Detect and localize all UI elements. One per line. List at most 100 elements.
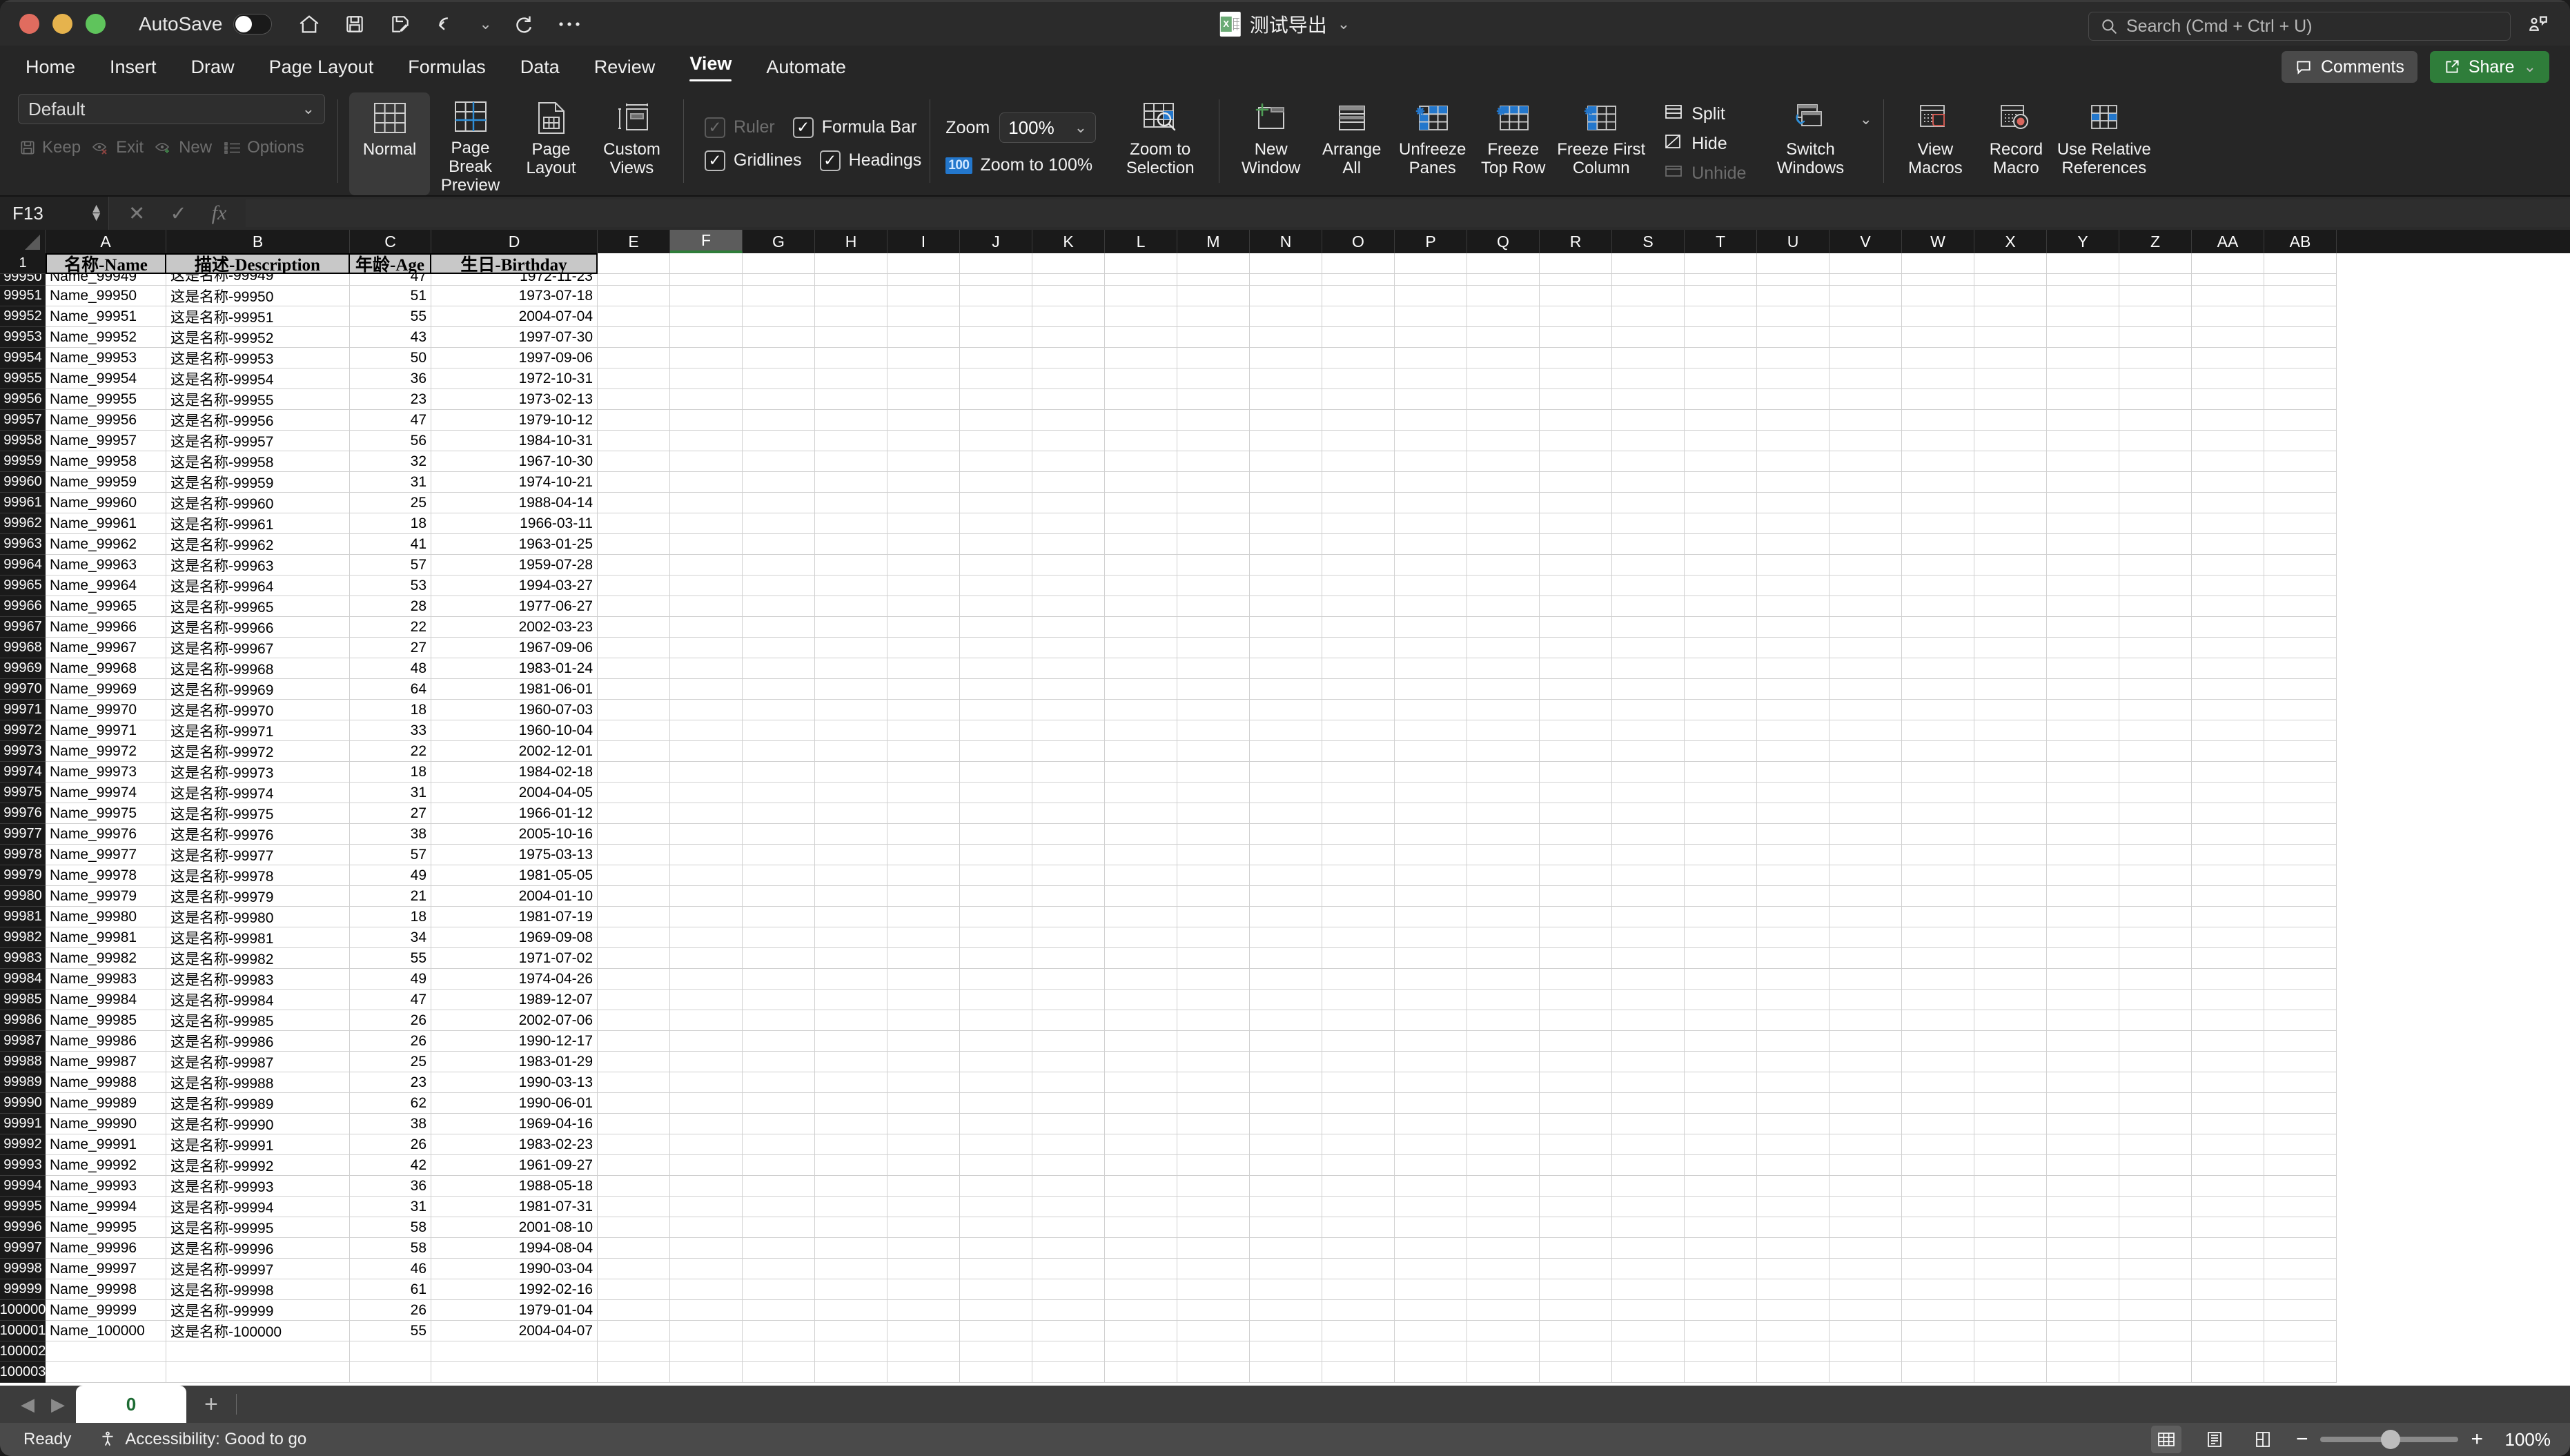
cell-empty[interactable] bbox=[1540, 327, 1612, 348]
column-header-ab[interactable]: AB bbox=[2264, 230, 2337, 253]
row-header[interactable]: 99974 bbox=[0, 762, 46, 783]
cell-empty[interactable] bbox=[1395, 575, 1467, 596]
cell-empty[interactable] bbox=[1540, 720, 1612, 741]
cell-name[interactable]: Name_99983 bbox=[46, 969, 166, 990]
cell-empty[interactable] bbox=[815, 306, 887, 327]
cell-empty[interactable] bbox=[1322, 596, 1395, 617]
cell-empty[interactable] bbox=[960, 1321, 1032, 1341]
cell-empty[interactable] bbox=[1032, 720, 1105, 741]
cell-empty[interactable] bbox=[2264, 534, 2337, 555]
name-box[interactable]: F13 ▲ ▼ bbox=[0, 197, 109, 230]
cell-empty[interactable] bbox=[1250, 1010, 1322, 1031]
cell-empty[interactable] bbox=[1540, 348, 1612, 368]
cell-name[interactable]: Name_99949 bbox=[46, 274, 166, 286]
cell-empty[interactable] bbox=[1322, 1341, 1395, 1362]
column-header-c[interactable]: C bbox=[350, 230, 431, 253]
cell-empty[interactable] bbox=[1032, 1341, 1105, 1362]
cell-empty[interactable] bbox=[1757, 348, 1830, 368]
cell-empty[interactable] bbox=[960, 1176, 1032, 1197]
cell-empty[interactable] bbox=[743, 617, 815, 638]
cell-empty[interactable] bbox=[1685, 617, 1757, 638]
cell-empty[interactable] bbox=[1902, 1238, 1974, 1259]
cell-empty[interactable] bbox=[2119, 969, 2192, 990]
cell-empty[interactable] bbox=[1757, 824, 1830, 845]
cell-age[interactable]: 33 bbox=[350, 720, 431, 741]
cell-empty[interactable] bbox=[887, 348, 960, 368]
cell-empty[interactable] bbox=[598, 824, 670, 845]
cell-empty[interactable] bbox=[815, 1134, 887, 1155]
cell-empty[interactable] bbox=[1395, 451, 1467, 472]
cell-empty[interactable] bbox=[1974, 783, 2047, 803]
cell-empty[interactable] bbox=[2192, 596, 2264, 617]
cell-empty[interactable] bbox=[1105, 306, 1177, 327]
cell-empty[interactable] bbox=[2192, 1279, 2264, 1300]
cell-birthday[interactable]: 1992-02-16 bbox=[431, 1279, 598, 1300]
cell-empty[interactable] bbox=[1250, 1176, 1322, 1197]
cell-empty[interactable] bbox=[2264, 845, 2337, 865]
cell-empty[interactable] bbox=[2192, 274, 2264, 286]
zoom-in-button[interactable]: + bbox=[2471, 1429, 2483, 1450]
cell-empty[interactable] bbox=[1395, 431, 1467, 451]
cell-empty[interactable] bbox=[1467, 472, 1540, 493]
cell-empty[interactable] bbox=[2119, 1093, 2192, 1114]
cell-empty[interactable] bbox=[743, 274, 815, 286]
cell-empty[interactable] bbox=[2264, 1259, 2337, 1279]
cell-empty[interactable] bbox=[2047, 493, 2119, 513]
cell-empty[interactable] bbox=[1250, 575, 1322, 596]
cell-empty[interactable] bbox=[1757, 306, 1830, 327]
cell-empty[interactable] bbox=[960, 493, 1032, 513]
cell-empty[interactable] bbox=[743, 575, 815, 596]
cell-empty[interactable] bbox=[960, 327, 1032, 348]
cell-empty[interactable] bbox=[1032, 575, 1105, 596]
cell-empty[interactable] bbox=[887, 969, 960, 990]
cell-empty[interactable] bbox=[960, 348, 1032, 368]
cell-empty[interactable] bbox=[1685, 472, 1757, 493]
column-header-x[interactable]: X bbox=[1974, 230, 2047, 253]
cell-empty[interactable] bbox=[2119, 762, 2192, 783]
cell-empty[interactable] bbox=[743, 327, 815, 348]
cell-name[interactable]: Name_99969 bbox=[46, 679, 166, 700]
cell-empty[interactable] bbox=[1974, 617, 2047, 638]
cell-empty[interactable] bbox=[1612, 824, 1685, 845]
autosave-toggle[interactable] bbox=[233, 13, 273, 35]
cell-empty[interactable] bbox=[2047, 969, 2119, 990]
cell-empty[interactable] bbox=[598, 1217, 670, 1238]
cell-empty[interactable] bbox=[960, 927, 1032, 948]
cell-empty[interactable] bbox=[670, 534, 743, 555]
cell-empty[interactable] bbox=[2119, 658, 2192, 679]
cell-empty[interactable] bbox=[670, 741, 743, 762]
cell-empty[interactable] bbox=[1830, 534, 1902, 555]
cell-empty[interactable] bbox=[960, 451, 1032, 472]
header-pad-cell[interactable] bbox=[1395, 253, 1467, 274]
normal-view-status-button[interactable] bbox=[2150, 1426, 2181, 1453]
cell-empty[interactable] bbox=[887, 1093, 960, 1114]
cell-empty[interactable] bbox=[1685, 1279, 1757, 1300]
cell-empty[interactable] bbox=[743, 1217, 815, 1238]
cell-empty[interactable] bbox=[1757, 389, 1830, 410]
gridlines-checkbox[interactable]: ✓ Gridlines bbox=[705, 150, 802, 171]
cell-empty[interactable] bbox=[1540, 886, 1612, 907]
cell-empty[interactable] bbox=[2192, 720, 2264, 741]
cell-empty[interactable] bbox=[1467, 1093, 1540, 1114]
cell-empty[interactable] bbox=[1540, 451, 1612, 472]
cell-empty[interactable] bbox=[598, 865, 670, 886]
cell-empty[interactable] bbox=[1974, 1093, 2047, 1114]
cell-empty[interactable] bbox=[2264, 907, 2337, 927]
autosave-control[interactable]: AutoSave bbox=[139, 13, 273, 35]
cell-empty[interactable] bbox=[1105, 845, 1177, 865]
cell-empty[interactable] bbox=[2119, 596, 2192, 617]
column-header-g[interactable]: G bbox=[743, 230, 815, 253]
cell-empty[interactable] bbox=[1540, 948, 1612, 969]
cell-empty[interactable] bbox=[1974, 306, 2047, 327]
cell-empty[interactable] bbox=[887, 327, 960, 348]
cell-empty[interactable] bbox=[598, 1362, 670, 1383]
cell-empty[interactable] bbox=[1395, 1072, 1467, 1093]
cell-empty[interactable] bbox=[1032, 1259, 1105, 1279]
view-options-button[interactable]: Options bbox=[223, 138, 304, 157]
undo-chevron-down-icon[interactable]: ⌄ bbox=[479, 15, 491, 33]
cell-empty[interactable] bbox=[2119, 741, 2192, 762]
cell-empty[interactable] bbox=[1540, 927, 1612, 948]
sheet-tab-0[interactable]: 0 bbox=[76, 1386, 186, 1423]
cell-empty[interactable] bbox=[743, 1114, 815, 1134]
cell-empty[interactable] bbox=[670, 389, 743, 410]
